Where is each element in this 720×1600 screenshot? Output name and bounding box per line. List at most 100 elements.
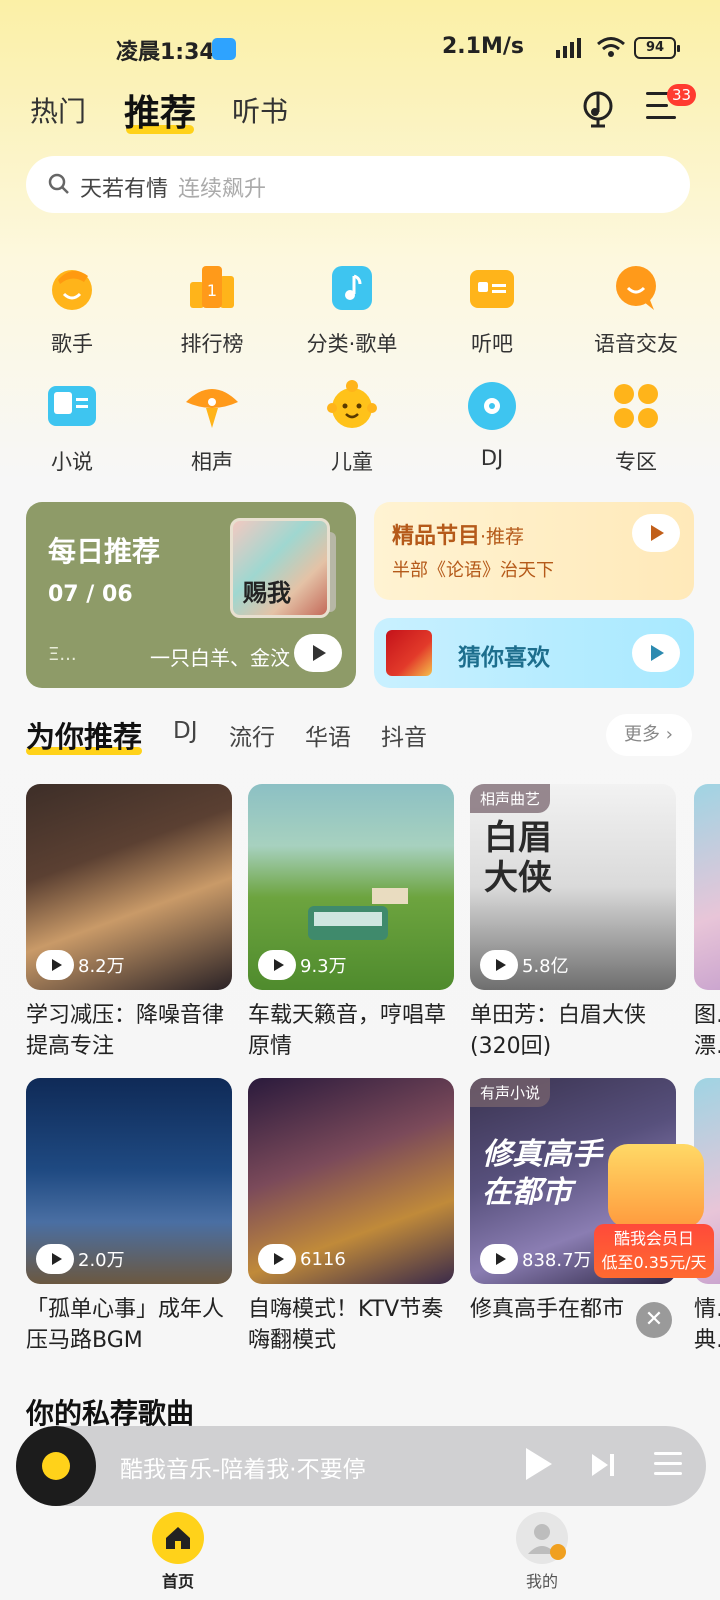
guess-cover [386,630,432,676]
grid-item-voice-chat[interactable]: 语音交友 [572,262,700,358]
premium-programs-card[interactable]: 精品节目·推荐 半部《论语》治天下 [374,502,694,600]
music-note-icon [324,262,380,314]
chart-icon: 1 [184,262,240,314]
app-notification-icon [212,38,236,60]
chat-icon [608,262,664,314]
close-promo-button[interactable]: ✕ [636,1302,672,1338]
tab-dj[interactable]: DJ [173,718,198,744]
daily-cover: 赐我 [230,518,330,618]
search-bar[interactable]: 天若有情 连续飙升 [26,156,690,213]
book-icon [44,380,100,432]
album-disc-icon[interactable] [16,1426,96,1506]
nav-home[interactable]: 首页 [118,1512,238,1592]
play-icon [651,525,664,541]
grid-item-xiangsheng[interactable]: 相声 [148,380,276,476]
notification-badge: 33 [667,84,697,106]
guess-you-like-card[interactable]: 猜你喜欢 [374,618,694,688]
play-icon [496,1253,506,1265]
tab-hot[interactable]: 热门 [30,90,86,130]
wifi-icon [597,37,625,57]
daily-artist: 一只白羊、金汶 [150,646,290,670]
tab-for-you[interactable]: 为你推荐 [26,714,143,756]
play-icon [496,959,506,971]
playlist-tag: 相声曲艺 [470,784,551,813]
svg-text:1: 1 [207,281,217,300]
battery-icon: 94 [634,37,680,59]
play-icon [52,959,62,971]
play-count: 9.3万 [258,950,347,980]
playlist-card[interactable]: 图…漂… [694,784,720,1062]
playlist-card[interactable]: 9.3万 车载天籁音，哼唱草原情 [248,784,454,1062]
playlist-icon[interactable] [654,1452,682,1478]
play-icon [274,1253,284,1265]
nav-profile[interactable]: 我的 [482,1512,602,1592]
tab-pop[interactable]: 流行 [229,718,275,752]
home-icon [152,1512,204,1564]
playlist-cover: 6116 [248,1078,454,1284]
grid-item-zone[interactable]: 专区 [572,380,700,476]
play-count: 838.7万 [480,1244,592,1274]
playlist-cover: 9.3万 [248,784,454,990]
play-count: 6116 [258,1244,346,1274]
playlist-card[interactable]: 8.2万 学习减压：降噪音律提高专注 [26,784,232,1062]
close-icon: ✕ [644,1307,664,1332]
play-count: 5.8亿 [480,950,569,980]
voice-search-icon[interactable] [578,88,618,128]
disc-icon [464,380,520,432]
playlist-card[interactable]: 白眉大侠 相声曲艺 5.8亿 单田芳：白眉大侠(320回) [470,784,676,1062]
grid-item-category[interactable]: 分类·歌单 [288,262,416,358]
guess-play-button[interactable] [632,634,680,672]
radio-icon [464,262,520,314]
tab-chinese[interactable]: 华语 [305,718,351,752]
daily-play-button[interactable] [294,634,342,672]
play-icon [52,1253,62,1265]
next-track-icon[interactable] [588,1450,618,1480]
play-button[interactable] [526,1448,552,1480]
kid-icon [324,380,380,432]
search-hint: 连续飙升 [178,177,267,202]
playlist-card[interactable]: 2.0万 「孤单心事」成年人压马路BGM [26,1078,232,1356]
premium-subtitle: 半部《论语》治天下 [392,560,554,581]
more-button[interactable]: 更多 › [606,714,692,756]
playlist-cover: 2.0万 [26,1078,232,1284]
signal-icon [556,36,581,58]
network-speed: 2.1M/s [442,34,524,59]
profile-icon [516,1512,568,1564]
play-icon [313,645,326,661]
grid-item-tingba[interactable]: 听吧 [428,262,556,358]
premium-play-button[interactable] [632,514,680,552]
tab-douyin[interactable]: 抖音 [381,718,427,752]
tab-audiobook[interactable]: 听书 [232,90,288,130]
mini-player[interactable]: 酷我音乐-陪着我·不要停 [16,1426,706,1506]
playlist-cover: 8.2万 [26,784,232,990]
fan-icon [184,380,240,432]
daily-date: 07 / 06 [48,582,133,607]
vip-day-promo[interactable]: 酷我会员日 低至0.35元/天 [594,1140,720,1280]
play-icon [274,959,284,971]
play-icon [651,645,664,661]
kuwo-logo-icon [608,1144,704,1228]
status-bar: 凌晨1:34 2.1M/s 94 [0,0,720,90]
guess-title: 猜你喜欢 [458,645,550,671]
now-playing-title: 酷我音乐-陪着我·不要停 [120,1457,366,1483]
playlist-cover [694,784,720,990]
grid-item-dj[interactable]: DJ [428,380,556,470]
status-time: 凌晨1:34 [116,40,215,65]
play-count: 8.2万 [36,950,125,980]
premium-title: 精品节目·推荐 [392,524,525,549]
play-count: 2.0万 [36,1244,125,1274]
grid-item-children[interactable]: 儿童 [288,380,416,476]
daily-title: 每日推荐 [48,535,161,568]
tab-recommend[interactable]: 推荐 [124,84,196,136]
playlist-cover: 白眉大侠 相声曲艺 5.8亿 [470,784,676,990]
playlist-card[interactable]: 6116 自嗨模式！KTV节奏嗨翻模式 [248,1078,454,1356]
grid-item-chart[interactable]: 1 排行榜 [148,262,276,358]
search-keyword: 天若有情 [80,177,169,202]
grid-item-novel[interactable]: 小说 [8,380,136,476]
search-icon [48,173,69,194]
apps-icon [608,380,664,432]
bottom-nav: 首页 我的 [0,1512,720,1600]
singer-icon [44,262,100,314]
daily-recommend-card[interactable]: 每日推荐 07 / 06 赐我 Ξ... 一只白羊、金汶 [26,502,356,688]
grid-item-singer[interactable]: 歌手 [8,262,136,358]
